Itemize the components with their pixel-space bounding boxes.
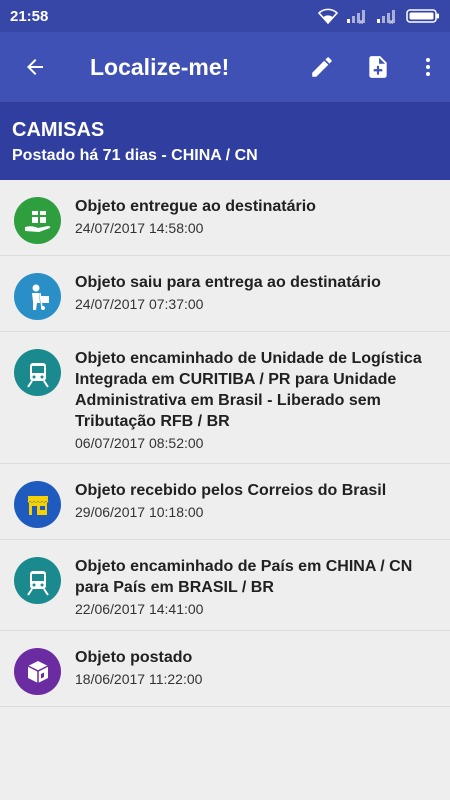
event-date: 24/07/2017 07:37:00	[75, 296, 204, 312]
edit-button[interactable]	[294, 32, 350, 102]
object-subtitle: Postado há 71 dias - CHINA / CN	[12, 147, 258, 164]
svg-text:x: x	[389, 18, 393, 24]
tracking-events-list: Objeto entregue ao destinatário 24/07/20…	[0, 180, 450, 707]
list-item[interactable]: Objeto entregue ao destinatário 24/07/20…	[0, 180, 450, 256]
status-time: 21:58	[10, 7, 49, 25]
event-description: Objeto postado	[75, 649, 193, 666]
post-office-icon	[14, 481, 61, 528]
pencil-icon	[312, 57, 332, 77]
object-header: CAMISAS Postado há 71 dias - CHINA / CN	[0, 102, 450, 180]
event-description: Objeto saiu para entrega ao destinatário	[75, 274, 381, 291]
list-item[interactable]: Objeto saiu para entrega ao destinatário…	[0, 256, 450, 332]
package-icon	[14, 648, 61, 695]
new-document-button[interactable]	[350, 32, 406, 102]
system-icons: x x	[318, 8, 440, 24]
svg-text:x: x	[359, 18, 363, 24]
bus-icon	[14, 557, 61, 604]
event-description: Objeto encaminhado de Unidade de Logísti…	[75, 350, 422, 430]
delivery-person-icon	[14, 273, 61, 320]
more-vert-icon	[426, 58, 430, 76]
back-button[interactable]	[0, 32, 70, 102]
app-toolbar: Localize-me!	[0, 32, 450, 102]
signal-icon-2: x	[377, 10, 395, 24]
event-date: 24/07/2017 14:58:00	[75, 220, 204, 236]
toolbar-title: Localize-me!	[90, 53, 230, 80]
event-date: 06/07/2017 08:52:00	[75, 435, 204, 451]
arrow-back-icon	[27, 59, 43, 75]
wifi-icon	[318, 8, 338, 24]
event-description: Objeto recebido pelos Correios do Brasil	[75, 482, 387, 499]
list-item[interactable]: Objeto postado 18/06/2017 11:22:00	[0, 631, 450, 707]
event-date: 29/06/2017 10:18:00	[75, 504, 204, 520]
battery-icon	[406, 9, 439, 23]
status-bar: 21:58 x x	[0, 0, 450, 32]
overflow-menu-button[interactable]	[406, 32, 450, 102]
bus-icon	[14, 349, 61, 396]
object-name: CAMISAS	[12, 119, 105, 141]
event-description: Objeto entregue ao destinatário	[75, 198, 316, 215]
event-date: 18/06/2017 11:22:00	[75, 671, 203, 687]
signal-icon: x	[347, 10, 365, 24]
event-description: Objeto encaminhado de País em CHINA / CN…	[75, 558, 413, 596]
list-item[interactable]: Objeto encaminhado de País em CHINA / CN…	[0, 540, 450, 631]
note-add-icon	[369, 56, 387, 78]
event-date: 22/06/2017 14:41:00	[75, 601, 204, 617]
list-item[interactable]: Objeto encaminhado de Unidade de Logísti…	[0, 332, 450, 464]
list-item[interactable]: Objeto recebido pelos Correios do Brasil…	[0, 464, 450, 540]
gift-hand-icon	[14, 197, 61, 244]
